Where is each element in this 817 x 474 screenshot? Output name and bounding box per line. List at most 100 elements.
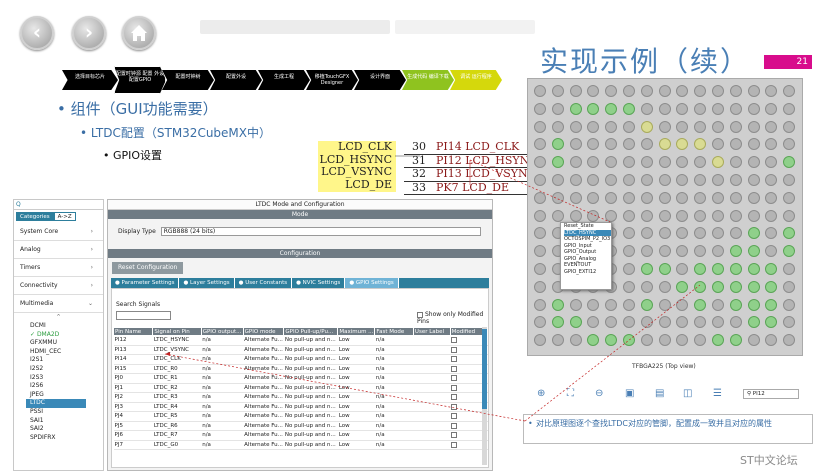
list-item[interactable]: ✓ DMA2D	[30, 331, 103, 340]
chip-pin[interactable]	[694, 298, 707, 311]
chip-pin[interactable]	[765, 102, 778, 115]
tab-gpio-settings[interactable]: ● GPIO Settings	[345, 278, 399, 288]
table-row[interactable]: PI15 LTDC_R0 n/a Alternate Fu... No pull-up …	[113, 364, 488, 374]
chip-pin[interactable]	[729, 120, 742, 133]
chip-pin[interactable]	[712, 120, 724, 133]
chip-pin[interactable]	[676, 334, 689, 347]
chip-pin[interactable]	[640, 334, 653, 347]
scroll-thumb[interactable]	[482, 329, 487, 409]
list-item[interactable]: SAI1	[30, 417, 103, 426]
chip-pin[interactable]	[747, 209, 760, 222]
chip-pin[interactable]	[551, 316, 564, 329]
chip-pin[interactable]	[694, 209, 707, 222]
table-row[interactable]: PI12 LTDC_HSYNC n/a Alternate Fu... No pull-…	[113, 335, 488, 346]
chip-pin[interactable]	[747, 280, 760, 293]
list-item[interactable]: I2S2	[30, 365, 103, 374]
chip-pin[interactable]	[623, 245, 635, 258]
chip-pin[interactable]	[551, 209, 564, 222]
chip-pin[interactable]	[658, 191, 671, 204]
chip-pin[interactable]	[551, 334, 564, 347]
chip-pin[interactable]	[640, 120, 653, 133]
chip-pin[interactable]	[640, 156, 653, 169]
col-user-label[interactable]: User Label	[412, 327, 451, 336]
list-item[interactable]: DCMI	[30, 322, 103, 331]
chip-pin[interactable]	[676, 316, 689, 329]
list-item[interactable]: PSSI	[30, 408, 103, 417]
chip-pin[interactable]	[783, 85, 796, 97]
chip-pin[interactable]	[640, 85, 653, 97]
chip-pin[interactable]	[605, 191, 618, 204]
chip-pin[interactable]	[587, 334, 600, 347]
chip-pin[interactable]	[640, 191, 653, 204]
chip-pin[interactable]	[765, 263, 778, 275]
category-analog[interactable]: Analog ›	[14, 241, 103, 259]
chip-pin[interactable]	[676, 191, 689, 204]
chip-pin[interactable]	[765, 120, 778, 133]
chip-pin[interactable]	[712, 227, 724, 240]
chip-pin[interactable]	[783, 102, 796, 115]
collapse-up-icon[interactable]: ⌃	[14, 313, 103, 322]
chip-pin[interactable]	[676, 156, 689, 169]
chip-pin[interactable]	[605, 156, 618, 169]
chip-pin[interactable]	[623, 102, 635, 115]
chip-pin[interactable]	[783, 316, 796, 329]
menu-item[interactable]: GPIO_EXTI12	[564, 269, 611, 276]
modified-checkbox[interactable]	[451, 384, 458, 391]
list-item[interactable]: I2S6	[30, 382, 103, 391]
chip-pin[interactable]	[658, 174, 671, 186]
chip-pin[interactable]	[605, 298, 618, 311]
chip-pin[interactable]	[729, 191, 742, 204]
chip-pin[interactable]	[534, 102, 546, 115]
chip-pin[interactable]	[569, 174, 582, 186]
chip-pin[interactable]	[587, 191, 600, 204]
tab-a-z[interactable]: A->Z	[53, 212, 76, 221]
chip-pin[interactable]	[623, 280, 635, 293]
chip-pin[interactable]	[747, 102, 760, 115]
list-item[interactable]: HDMI_CEC	[30, 348, 103, 357]
chip-pin[interactable]	[783, 298, 796, 311]
chip-pin[interactable]	[729, 334, 742, 347]
tab-nvic-settings[interactable]: ● NVIC Settings	[292, 278, 346, 288]
chip-pin[interactable]	[534, 334, 546, 347]
chip-pin[interactable]	[783, 209, 796, 222]
reset-configuration-button[interactable]: Reset Configuration	[112, 262, 184, 274]
category-multimedia[interactable]: Multimedia ⌄	[14, 295, 103, 313]
chip-pin[interactable]	[569, 209, 582, 222]
chip-pin[interactable]	[747, 316, 760, 329]
chip-pin[interactable]	[765, 209, 778, 222]
chip-pin[interactable]	[587, 156, 600, 169]
chip-pin[interactable]	[765, 85, 778, 97]
table-row[interactable]: PI13 LTDC_VSYNC n/a Alternate Fu... No pull-…	[113, 345, 488, 355]
chip-pin[interactable]	[623, 156, 635, 169]
chip-pin[interactable]	[605, 209, 618, 222]
category-system-core[interactable]: System Core ›	[14, 223, 103, 241]
display-type-select[interactable]: RGB888 (24 bits)	[160, 227, 481, 236]
chip-pin[interactable]	[765, 334, 778, 347]
list-item[interactable]: SAI2	[30, 425, 103, 434]
chip-pin[interactable]	[623, 191, 635, 204]
chip-pin[interactable]	[747, 174, 760, 186]
chip-pin[interactable]	[534, 298, 546, 311]
modified-checkbox[interactable]	[451, 337, 458, 343]
chip-pin[interactable]	[623, 227, 635, 240]
import-icon[interactable]: ▤	[655, 388, 664, 399]
table-row[interactable]: PJ1 LTDC_R2 n/a Alternate Fu... No pull-up a…	[113, 383, 488, 393]
col-pin-name[interactable]: Pin Name	[112, 327, 154, 336]
chip-pin[interactable]	[623, 316, 635, 329]
tab-categories[interactable]: Categories	[16, 212, 54, 221]
table-scrollbar[interactable]	[482, 327, 487, 465]
chip-pin[interactable]	[765, 316, 778, 329]
col-fast-mode[interactable]: Fast Mode	[374, 327, 414, 336]
tree-search[interactable]: Q	[14, 200, 103, 210]
chip-pin[interactable]	[729, 156, 742, 169]
chip-pin[interactable]	[551, 102, 564, 115]
chip-pin[interactable]	[694, 102, 707, 115]
chip-pin[interactable]	[569, 138, 582, 151]
chip-pin[interactable]	[747, 263, 760, 275]
chip-pin[interactable]	[729, 316, 742, 329]
chip-pin[interactable]	[658, 280, 671, 293]
chip-pin[interactable]	[694, 174, 707, 186]
chip-pin[interactable]	[658, 263, 671, 275]
chip-pin[interactable]	[783, 227, 796, 240]
chip-pin[interactable]	[694, 85, 707, 97]
